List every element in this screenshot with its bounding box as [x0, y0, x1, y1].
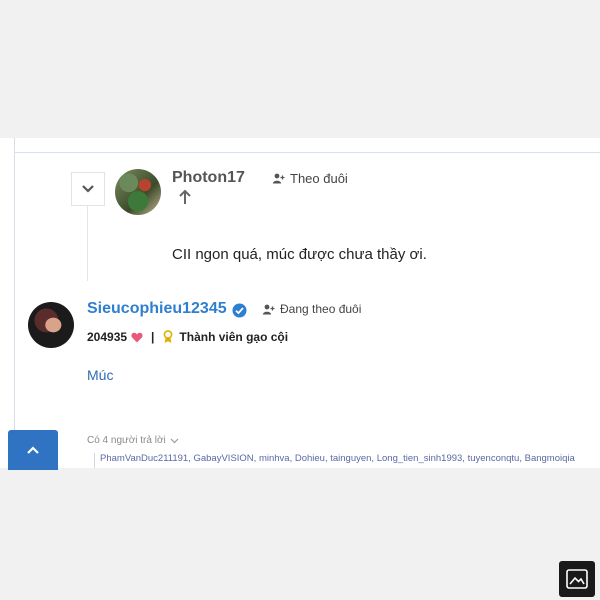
following-button-sieucophieu12345[interactable]: Đang theo đuôi: [262, 302, 361, 316]
gallery-button[interactable]: [559, 561, 595, 597]
points-count: 204935: [87, 330, 128, 344]
medal-icon: [164, 330, 173, 343]
heart-icon: [131, 332, 143, 342]
username-photon17[interactable]: Photon17: [172, 169, 245, 187]
chevron-down-icon: [170, 438, 179, 443]
scroll-to-top-button[interactable]: [8, 430, 58, 470]
arrow-up-icon[interactable]: [178, 189, 192, 205]
user-meta-row: 204935 | Thành viên gạo cội: [87, 330, 288, 344]
follow-label: Theo đuôi: [290, 171, 348, 186]
avatar-photon17[interactable]: [115, 169, 161, 215]
avatar-sieucophieu12345[interactable]: [28, 302, 74, 348]
repliers-list[interactable]: PhamVanDuc211191, GabayVISION, minhva, D…: [94, 453, 600, 468]
following-label: Đang theo đuôi: [280, 302, 362, 316]
thread-left-border: [14, 138, 15, 468]
meta-separator: |: [151, 330, 155, 344]
bottom-gray-area: [0, 468, 600, 600]
collapse-button[interactable]: [71, 172, 105, 206]
rank-label: Thành viên gạo cội: [179, 330, 289, 344]
verified-badge-icon: [232, 303, 247, 318]
follow-button-photon17[interactable]: Theo đuôi: [272, 171, 348, 186]
user-follow-icon: [272, 173, 285, 184]
chevron-up-icon: [27, 445, 39, 454]
username-sieucophieu12345[interactable]: Sieucophieu12345: [87, 300, 227, 318]
image-icon: [566, 569, 588, 589]
top-gray-area: [0, 0, 600, 138]
thread-top-divider: [14, 152, 600, 153]
user-follow-icon: [262, 304, 275, 314]
replies-toggle[interactable]: Có 4 người trả lời: [87, 435, 179, 446]
reply-text-sieucophieu12345: Múc: [87, 367, 114, 383]
comment-thread: Photon17 Theo đuôi CII ngon quá, múc đượ…: [0, 138, 600, 468]
replies-count-label: Có 4 người trả lời: [87, 435, 166, 446]
chevron-down-icon: [82, 185, 94, 193]
reply-text-photon17: CII ngon quá, múc được chưa thầy ơi.: [172, 246, 427, 263]
